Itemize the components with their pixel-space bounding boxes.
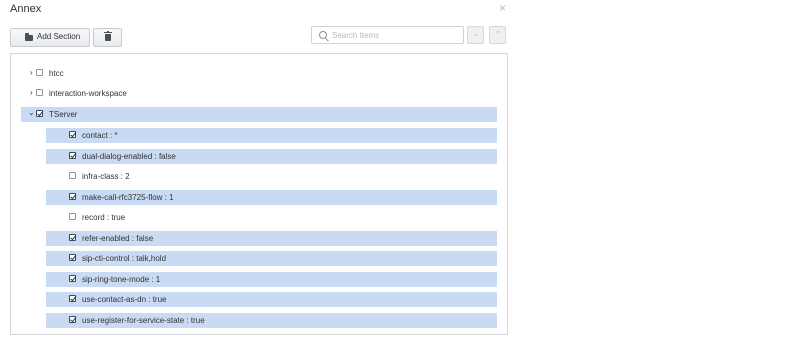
search-box	[311, 26, 464, 44]
item-checkbox[interactable]	[69, 152, 76, 159]
tree-item[interactable]: infra-class : 2	[46, 169, 497, 184]
item-checkbox[interactable]	[69, 193, 76, 200]
item-label: use-register-for-service-state : true	[82, 316, 205, 325]
chevron-right-icon[interactable]: ›	[30, 88, 33, 98]
tree-section-interaction-workspace[interactable]: › interaction-workspace	[21, 86, 497, 101]
item-label: contact : *	[82, 131, 118, 140]
item-label: infra-class : 2	[82, 172, 130, 181]
item-checkbox[interactable]	[69, 275, 76, 282]
search-next-button[interactable]: ⌄	[467, 26, 484, 44]
search-input[interactable]	[332, 27, 460, 43]
search-icon	[319, 31, 327, 39]
tree-item[interactable]: dual-dialog-enabled : false	[46, 149, 497, 164]
item-checkbox[interactable]	[69, 316, 76, 323]
section-label: interaction-workspace	[49, 89, 127, 98]
item-checkbox[interactable]	[69, 131, 76, 138]
tree-item[interactable]: use-register-for-service-state : true	[46, 313, 497, 328]
trash-icon	[104, 31, 112, 41]
tree-section-htcc[interactable]: › htcc	[21, 66, 497, 81]
tree-item[interactable]: sip-ring-tone-mode : 1	[46, 272, 497, 287]
item-label: dual-dialog-enabled : false	[82, 152, 176, 161]
section-label: htcc	[49, 69, 64, 78]
item-label: sip-ring-tone-mode : 1	[82, 275, 161, 284]
section-checkbox[interactable]	[36, 89, 43, 96]
tree-item[interactable]: use-contact-as-dn : true	[46, 292, 497, 307]
tree-item[interactable]: record : true	[46, 210, 497, 225]
tree-item[interactable]: make-call-rfc3725-flow : 1	[46, 190, 497, 205]
add-section-label: Add Section	[37, 32, 81, 41]
search-previous-button[interactable]: ⌃	[489, 26, 506, 44]
section-checkbox[interactable]	[36, 110, 43, 117]
section-label: TServer	[49, 110, 78, 119]
tree-item[interactable]: contact : *	[46, 128, 497, 143]
item-label: make-call-rfc3725-flow : 1	[82, 193, 174, 202]
item-checkbox[interactable]	[69, 213, 76, 220]
item-checkbox[interactable]	[69, 254, 76, 261]
item-label: sip-cti-control : talk,hold	[82, 254, 167, 263]
tree-item[interactable]: sip-cti-control : talk,hold	[46, 251, 497, 266]
item-label: refer-enabled : false	[82, 234, 154, 243]
add-section-button[interactable]: Add Section	[10, 28, 90, 47]
annex-tree: › htcc › interaction-workspace ⌄ TServer…	[10, 53, 508, 335]
dialog-title: Annex	[10, 3, 42, 15]
tree-section-tserver[interactable]: ⌄ TServer	[21, 107, 497, 122]
section-checkbox[interactable]	[36, 69, 43, 76]
folder-icon	[25, 33, 33, 41]
tree-item[interactable]: refer-enabled : false	[46, 231, 497, 246]
chevron-up-icon: ⌃	[495, 31, 501, 38]
close-icon[interactable]: ×	[499, 1, 506, 15]
item-checkbox[interactable]	[69, 172, 76, 179]
annex-dialog: Annex × Add Section ⌄ ⌃ › htcc › interac…	[0, 0, 525, 339]
chevron-right-icon[interactable]: ›	[30, 68, 33, 78]
chevron-down-icon: ⌄	[473, 31, 479, 38]
item-label: record : true	[82, 213, 126, 222]
item-checkbox[interactable]	[69, 234, 76, 241]
item-checkbox[interactable]	[69, 295, 76, 302]
delete-button[interactable]	[93, 28, 122, 47]
chevron-down-icon[interactable]: ⌄	[28, 108, 35, 118]
item-label: use-contact-as-dn : true	[82, 295, 167, 304]
